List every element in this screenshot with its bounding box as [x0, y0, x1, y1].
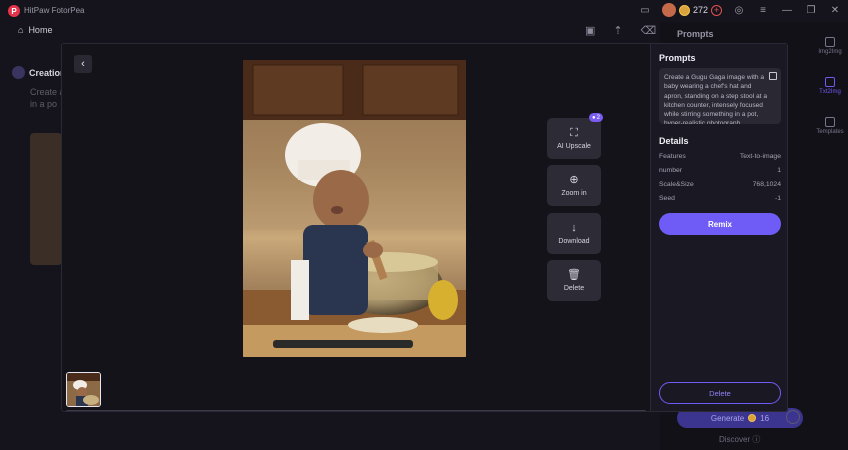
background-prompts-title: Prompts: [677, 29, 714, 39]
delete-image-label: Delete: [563, 284, 585, 292]
close-icon[interactable]: ✕: [828, 3, 842, 17]
thumbnail-svg: [67, 373, 100, 406]
ai-upscale-button[interactable]: ⛶ AI Upscale ● 2: [547, 113, 603, 159]
creation-description: Create a in a po: [30, 86, 65, 110]
thumbnail-scrollbar[interactable]: [66, 410, 646, 411]
discover-label: Discover: [719, 435, 751, 444]
download-label: Download: [558, 237, 590, 245]
image-detail-modal: ‹ ⛶ AI Upscale ● 2 ⊕ Zoom in ↓ Download …: [61, 43, 788, 412]
credits-count: 272: [692, 5, 708, 15]
creation-desc-line: Create a: [30, 87, 65, 97]
mode-label: Img2Img: [818, 49, 842, 55]
copy-icon[interactable]: [769, 72, 777, 80]
detail-key: number: [659, 166, 683, 174]
detail-value: Text-to-image: [739, 152, 781, 160]
generated-image-svg: [243, 60, 466, 357]
edit-icon: [825, 77, 835, 87]
delete-label: Delete: [709, 388, 731, 398]
templates-icon: [825, 117, 835, 127]
image-icon: [825, 37, 835, 47]
detail-row-features: Features Text-to-image: [659, 150, 781, 162]
coin-icon: [678, 4, 690, 16]
image-thumbnail[interactable]: [66, 372, 101, 407]
download-icon: ↓: [571, 221, 577, 234]
ai-upscale-label: AI Upscale: [557, 142, 591, 150]
creation-desc-line: in a po: [30, 99, 58, 109]
detail-key: Features: [659, 152, 686, 160]
add-credits-icon[interactable]: +: [711, 4, 722, 16]
generate-cost: 16: [760, 413, 770, 423]
detail-value: 1: [777, 166, 781, 174]
detail-row-number: number 1: [659, 164, 781, 176]
delete-button[interactable]: Delete: [659, 382, 781, 404]
mode-sidebar: Img2Img Txt2Img Templates: [812, 26, 848, 146]
coin-icon: [748, 414, 757, 422]
background-image-thumbnail[interactable]: [30, 133, 62, 265]
user-icon[interactable]: ◎: [732, 3, 746, 17]
discover-link[interactable]: Discover ⓘ: [719, 434, 760, 445]
credits-display[interactable]: 272 +: [661, 3, 722, 17]
details-title: Details: [659, 136, 689, 146]
remix-button[interactable]: Remix: [659, 213, 781, 235]
nav-row: ⌂ Home ▣ ⇡ ⌫: [0, 22, 660, 40]
detail-key: Scale&Size: [659, 180, 694, 188]
zoom-in-label: Zoom in: [561, 189, 587, 197]
badge-count: 2: [596, 114, 600, 121]
app-logo-icon: P: [8, 5, 20, 17]
help-icon[interactable]: [786, 410, 800, 424]
detail-value: 768,1024: [752, 180, 781, 188]
app-window: P HitPaw FotorPea ▭ 272 + ◎ ≡ — ❐ ✕ ⌂ Ho…: [0, 0, 848, 450]
generate-label: Generate: [710, 413, 745, 423]
detail-value: -1: [774, 194, 781, 202]
download-button[interactable]: ↓ Download: [547, 213, 601, 254]
title-bar-controls: ▭ 272 + ◎ ≡ — ❐ ✕: [638, 3, 842, 17]
creation-heading: Creation: [12, 66, 66, 79]
mode-item-txt2img[interactable]: Txt2Img: [812, 66, 848, 106]
restore-icon[interactable]: ❐: [804, 3, 818, 17]
messages-icon[interactable]: ▭: [638, 3, 652, 17]
minimize-icon[interactable]: —: [780, 3, 794, 17]
upscale-count-badge: ● 2: [589, 113, 603, 122]
trash-icon: 🗑: [567, 268, 581, 281]
zoom-in-icon: ⊕: [569, 173, 579, 186]
mode-label: Templates: [816, 129, 844, 135]
title-bar: P HitPaw FotorPea ▭ 272 + ◎ ≡ — ❐ ✕: [0, 0, 848, 22]
detail-row-scale-size: Scale&Size 768,1024: [659, 178, 781, 190]
home-icon: ⌂: [18, 25, 24, 35]
mode-label: Txt2Img: [819, 89, 841, 95]
app-title: HitPaw FotorPea: [24, 6, 85, 15]
image-viewer: ‹ ⛶ AI Upscale ● 2 ⊕ Zoom in ↓ Download …: [62, 44, 650, 411]
menu-icon[interactable]: ≡: [756, 3, 770, 17]
delete-image-button[interactable]: 🗑 Delete: [547, 260, 601, 301]
mode-item-img2img[interactable]: Img2Img: [812, 26, 848, 66]
chevron-left-icon: ‹: [81, 58, 85, 70]
generated-image: [243, 60, 466, 357]
avatar[interactable]: [661, 3, 676, 17]
trash-icon[interactable]: ⌫: [641, 24, 657, 37]
upload-icon[interactable]: ⇡: [613, 24, 622, 37]
creation-icon: [12, 66, 25, 79]
prompt-text: Create a Gugu Gaga image with a baby wea…: [664, 74, 768, 124]
details-panel: Prompts Create a Gugu Gaga image with a …: [650, 44, 787, 411]
detail-key: Seed: [659, 194, 675, 202]
zoom-in-button[interactable]: ⊕ Zoom in: [547, 165, 601, 206]
home-link[interactable]: ⌂ Home: [18, 25, 52, 35]
mode-item-templates[interactable]: Templates: [812, 106, 848, 146]
prompt-box: Create a Gugu Gaga image with a baby wea…: [659, 68, 781, 124]
upscale-icon: ⛶: [570, 126, 578, 139]
gallery-icon[interactable]: ▣: [585, 24, 595, 37]
nav-icons: ▣ ⇡ ⌫: [585, 24, 656, 37]
remix-label: Remix: [707, 219, 732, 229]
prompts-title: Prompts: [659, 53, 696, 63]
back-button[interactable]: ‹: [74, 55, 92, 73]
detail-row-seed: Seed -1: [659, 192, 781, 204]
home-label: Home: [28, 25, 53, 35]
